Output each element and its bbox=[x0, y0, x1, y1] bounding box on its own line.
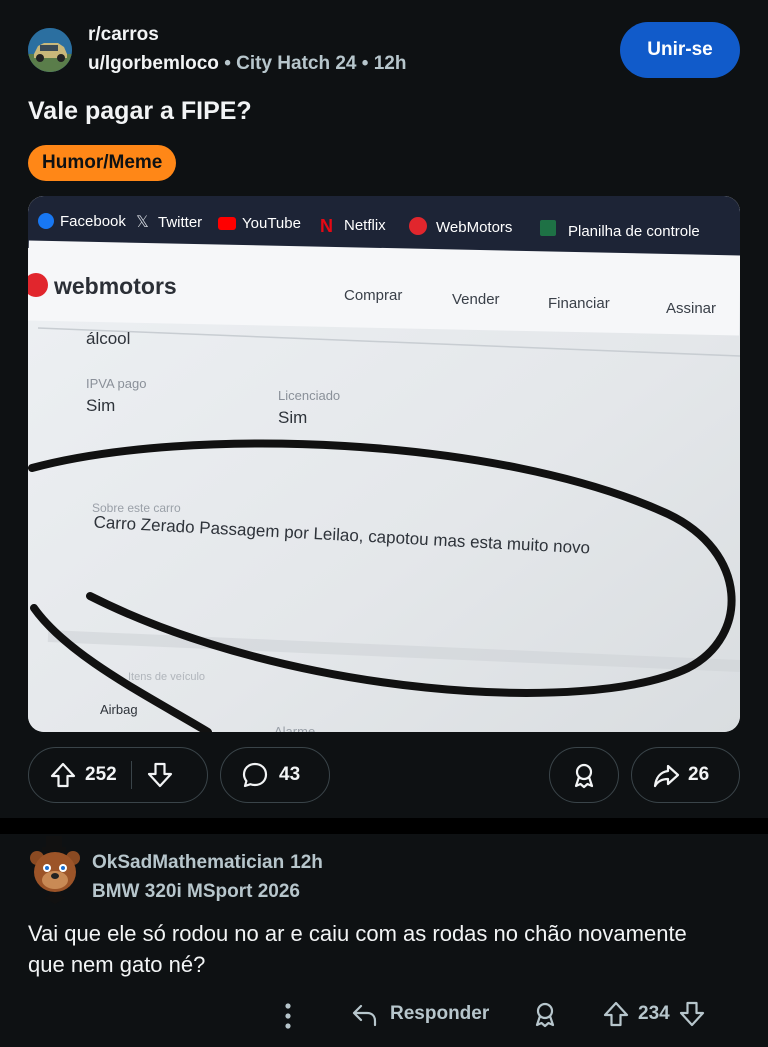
licenciado-value: Sim bbox=[278, 408, 307, 427]
vote-pill: 252 bbox=[28, 747, 208, 803]
bookmark-webmotors[interactable]: WebMotors bbox=[436, 219, 512, 236]
reply-icon bbox=[350, 1000, 378, 1028]
comment-award-icon[interactable] bbox=[531, 1000, 559, 1033]
post-meta: u/lgorbemloco • City Hatch 24 • 12h bbox=[88, 53, 406, 75]
subreddit-name[interactable]: r/carros bbox=[88, 24, 159, 46]
alarm-item: Alarme bbox=[274, 724, 315, 732]
share-button[interactable]: 26 bbox=[631, 747, 740, 803]
subreddit-avatar[interactable] bbox=[28, 28, 72, 72]
nav-financiar[interactable]: Financiar bbox=[548, 295, 610, 312]
sheets-icon bbox=[540, 220, 556, 236]
join-button[interactable]: Unir-se bbox=[620, 22, 740, 78]
comment-icon bbox=[241, 761, 269, 789]
upvote-icon[interactable] bbox=[49, 761, 77, 789]
comment-meta: OkSadMathematician 12h bbox=[92, 852, 323, 874]
bookmark-netflix[interactable]: Netflix bbox=[344, 217, 386, 234]
bookmark-planilha[interactable]: Planilha de controle bbox=[568, 223, 700, 240]
airbag-item: Airbag bbox=[100, 702, 138, 717]
nav-vender[interactable]: Vender bbox=[452, 291, 500, 308]
comment-vote: 234 bbox=[602, 1000, 706, 1028]
ipva-value: Sim bbox=[86, 396, 115, 415]
comment: OkSadMathematician 12h BMW 320i MSport 20… bbox=[28, 836, 740, 1036]
post-title[interactable]: Vale pagar a FIPE? bbox=[28, 97, 252, 126]
comment-user-flair: BMW 320i MSport 2026 bbox=[92, 881, 300, 902]
reply-label: Responder bbox=[390, 1003, 490, 1024]
webmotors-logo: webmotors bbox=[53, 273, 177, 299]
nav-assinar[interactable]: Assinar bbox=[666, 300, 716, 317]
post-time: 12h bbox=[373, 53, 407, 74]
post-image[interactable]: Facebook 𝕏 Twitter YouTube N Netflix Web… bbox=[28, 196, 740, 732]
meta-separator: • bbox=[224, 53, 231, 74]
author-flair: City Hatch 24 bbox=[236, 53, 357, 74]
award-icon bbox=[570, 761, 598, 789]
reply-button[interactable]: Responder bbox=[350, 1000, 489, 1028]
bookmark-youtube[interactable]: YouTube bbox=[242, 215, 301, 232]
comment-avatar[interactable] bbox=[28, 836, 82, 904]
bookmark-twitter[interactable]: Twitter bbox=[158, 214, 202, 231]
post-flair[interactable]: Humor/Meme bbox=[28, 145, 177, 181]
award-button[interactable] bbox=[549, 747, 619, 803]
post-header: r/carros u/lgorbemloco • City Hatch 24 •… bbox=[28, 22, 740, 82]
comment-downvote-icon[interactable] bbox=[678, 1000, 706, 1028]
post-author[interactable]: u/lgorbemloco bbox=[88, 53, 219, 74]
vote-separator bbox=[130, 761, 132, 789]
comments-button[interactable]: 43 bbox=[220, 747, 330, 803]
more-options-icon[interactable] bbox=[283, 1002, 293, 1035]
youtube-icon bbox=[218, 217, 236, 230]
items-section-label: Itens de veículo bbox=[128, 671, 205, 683]
comment-vote-count: 234 bbox=[638, 1003, 670, 1024]
comment-actions: Responder 234 bbox=[28, 996, 740, 1036]
x-icon: 𝕏 bbox=[136, 214, 149, 231]
share-icon bbox=[652, 761, 680, 789]
comment-upvote-icon[interactable] bbox=[602, 1000, 630, 1028]
fuel-value: álcool bbox=[86, 329, 130, 348]
webmotors-icon bbox=[409, 217, 427, 235]
section-divider bbox=[0, 818, 768, 834]
meta-separator: • bbox=[361, 53, 369, 74]
facebook-icon bbox=[38, 213, 54, 229]
nav-comprar[interactable]: Comprar bbox=[344, 287, 402, 304]
downvote-icon[interactable] bbox=[146, 761, 174, 789]
bookmark-facebook[interactable]: Facebook bbox=[60, 213, 126, 230]
netflix-icon: N bbox=[320, 216, 333, 236]
licenciado-label: Licenciado bbox=[278, 388, 340, 403]
comment-username[interactable]: OkSadMathematician bbox=[92, 852, 284, 873]
upvote-count: 252 bbox=[85, 764, 117, 785]
post-actions: 252 43 26 bbox=[28, 747, 740, 803]
ipva-label: IPVA pago bbox=[86, 376, 146, 391]
comment-count: 43 bbox=[279, 764, 301, 785]
share-count: 26 bbox=[688, 764, 710, 785]
comment-body: Vai que ele só rodou no ar e caiu com as… bbox=[28, 921, 687, 977]
comment-time: 12h bbox=[290, 852, 323, 873]
